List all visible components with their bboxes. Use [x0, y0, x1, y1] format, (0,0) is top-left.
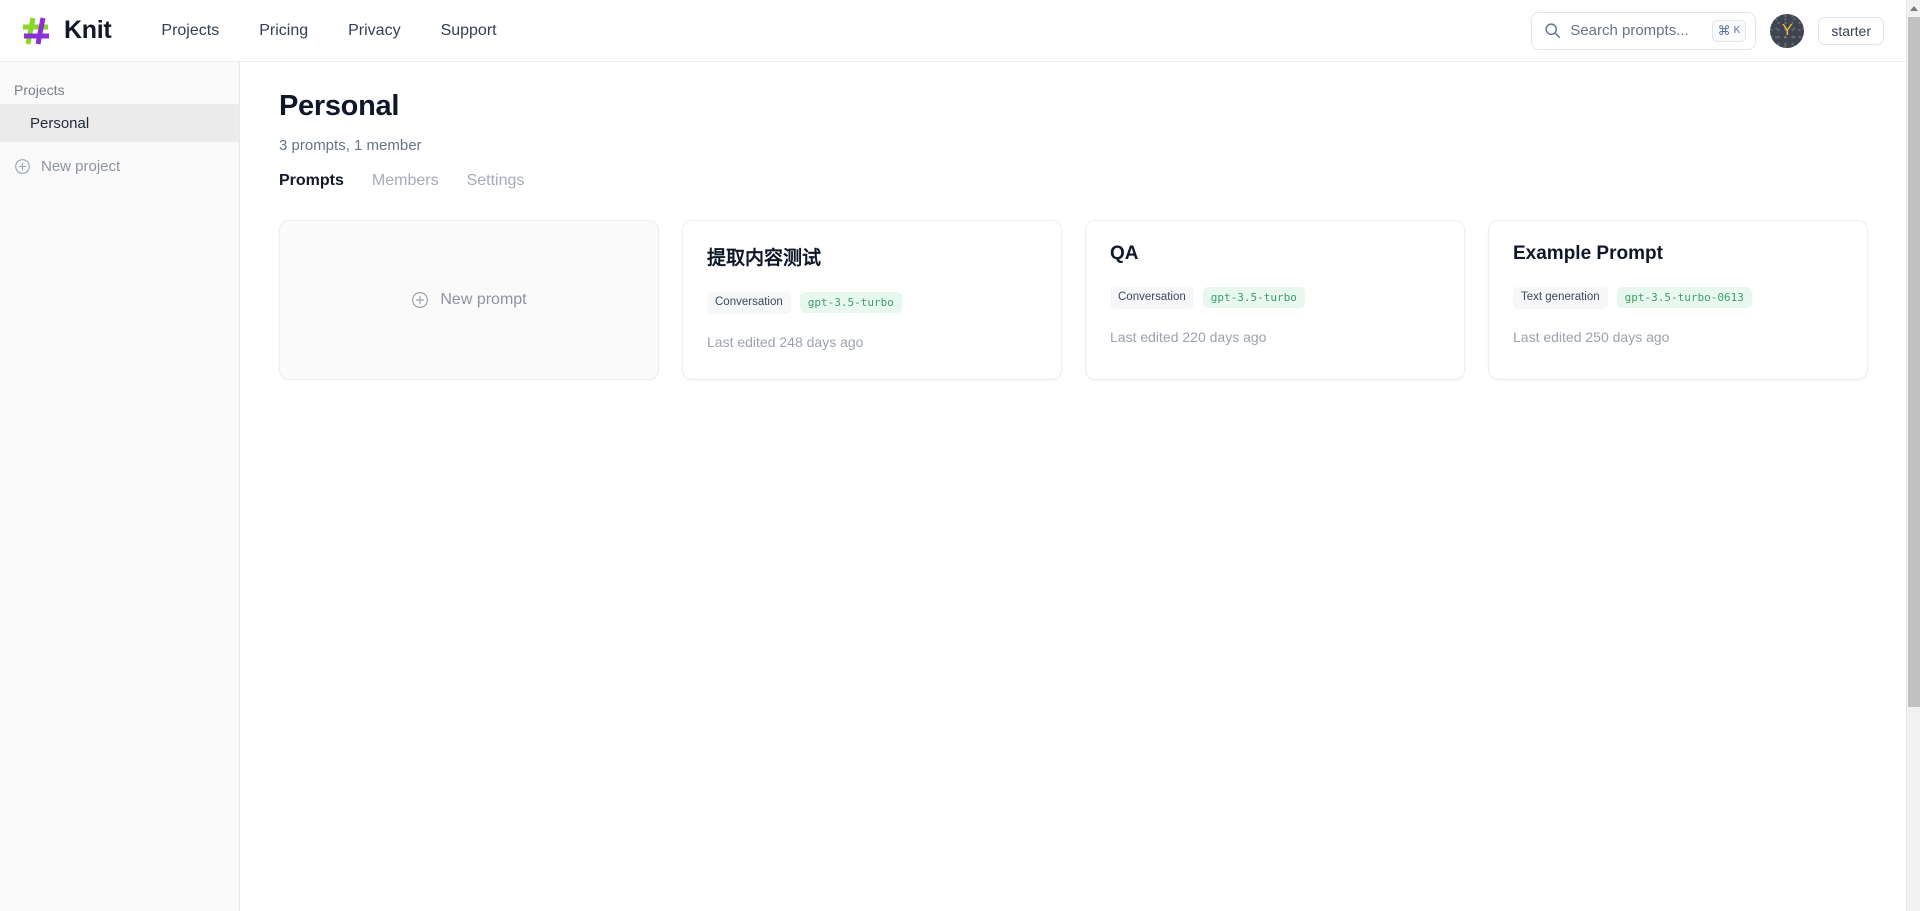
- nav-item-pricing[interactable]: Pricing: [259, 22, 308, 40]
- scroll-up-arrow-icon[interactable]: [1907, 0, 1920, 16]
- shortcut-letter: K: [1733, 24, 1741, 36]
- nav-item-projects[interactable]: Projects: [161, 22, 219, 40]
- main-content: Personal 3 prompts, 1 member Prompts Mem…: [241, 62, 1906, 911]
- project-tabs: Prompts Members Settings: [279, 172, 1872, 192]
- sidebar-section-heading: Projects: [14, 82, 65, 98]
- plan-badge[interactable]: starter: [1818, 16, 1884, 45]
- search-icon: [1545, 23, 1561, 39]
- page-subtitle: 3 prompts, 1 member: [279, 137, 422, 154]
- prompt-card[interactable]: 提取内容测试 Conversation gpt-3.5-turbo Last e…: [682, 220, 1062, 380]
- new-prompt-card[interactable]: New prompt: [279, 220, 659, 380]
- new-project-label: New project: [41, 157, 121, 175]
- plus-circle-icon: [15, 158, 30, 174]
- prompt-type-badge: Text generation: [1513, 287, 1608, 309]
- command-key-icon: ⌘: [1717, 23, 1731, 38]
- tab-members[interactable]: Members: [372, 172, 439, 192]
- tab-settings[interactable]: Settings: [467, 172, 525, 192]
- prompt-model-badge: gpt-3.5-turbo: [1202, 287, 1305, 309]
- plus-circle-icon: [412, 292, 429, 308]
- nav-item-support[interactable]: Support: [441, 22, 497, 40]
- prompt-title: Example Prompt: [1513, 243, 1663, 264]
- avatar[interactable]: Y: [1770, 13, 1805, 48]
- prompt-model-badge: gpt-3.5-turbo: [799, 292, 902, 314]
- scrollbar-thumb[interactable]: [1908, 17, 1920, 707]
- sidebar-item-label: Personal: [30, 114, 90, 132]
- tab-prompts[interactable]: Prompts: [279, 172, 344, 192]
- prompt-last-edited: Last edited 248 days ago: [707, 333, 864, 350]
- prompt-type-badge: Conversation: [1110, 287, 1194, 309]
- prompt-last-edited: Last edited 220 days ago: [1110, 328, 1267, 345]
- prompt-title: 提取内容测试: [707, 248, 822, 269]
- sidebar-item-personal[interactable]: Personal: [0, 104, 239, 142]
- brand-name: Knit: [64, 16, 112, 44]
- prompt-card[interactable]: QA Conversation gpt-3.5-turbo Last edite…: [1085, 220, 1465, 380]
- main-navigation: Projects Pricing Privacy Support: [161, 22, 496, 40]
- new-project-button[interactable]: New project: [0, 146, 239, 186]
- top-header-bar: Knit Projects Pricing Privacy Support Se…: [0, 0, 1906, 62]
- prompt-badges: Text generation gpt-3.5-turbo-0613: [1513, 287, 1843, 309]
- prompt-badges: Conversation gpt-3.5-turbo: [707, 292, 1037, 314]
- page-scrollbar[interactable]: [1906, 0, 1920, 911]
- nav-item-privacy[interactable]: Privacy: [348, 22, 400, 40]
- new-prompt-label: New prompt: [440, 291, 527, 308]
- brand-logo-link[interactable]: Knit: [20, 15, 112, 47]
- hash-logo-icon: [23, 17, 49, 44]
- prompt-card[interactable]: Example Prompt Text generation gpt-3.5-t…: [1488, 220, 1868, 380]
- sidebar: Projects Personal New project: [0, 62, 240, 911]
- page-title: Personal: [279, 90, 400, 122]
- search-prompts-input[interactable]: Search prompts... ⌘ K: [1531, 11, 1757, 50]
- prompt-card-grid: New prompt 提取内容测试 Conversation gpt-3.5-t…: [279, 220, 1872, 380]
- prompt-title: QA: [1110, 243, 1139, 264]
- prompt-badges: Conversation gpt-3.5-turbo: [1110, 287, 1440, 309]
- search-placeholder-text: Search prompts...: [1570, 22, 1689, 39]
- prompt-type-badge: Conversation: [707, 292, 791, 314]
- prompt-model-badge: gpt-3.5-turbo-0613: [1616, 287, 1752, 309]
- header-right-cluster: Search prompts... ⌘ K Y starter: [1531, 11, 1884, 50]
- search-shortcut-badge: ⌘ K: [1711, 19, 1747, 42]
- prompt-last-edited: Last edited 250 days ago: [1513, 328, 1670, 345]
